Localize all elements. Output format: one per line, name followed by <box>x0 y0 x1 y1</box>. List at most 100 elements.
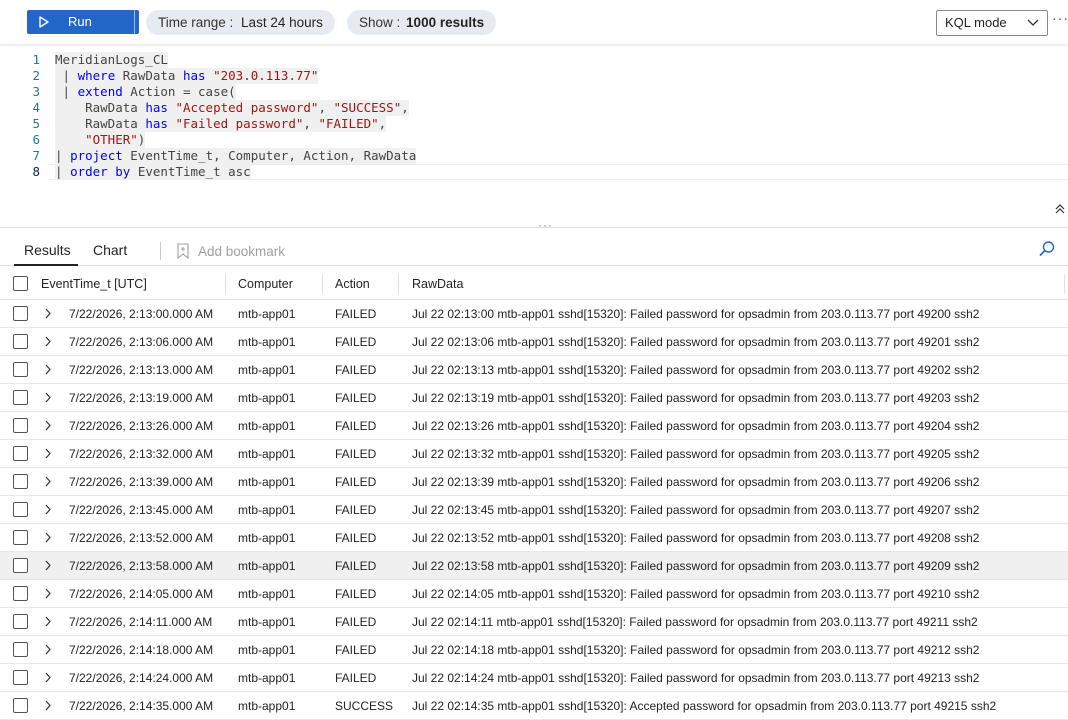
column-resizer[interactable] <box>398 274 399 294</box>
cell-eventtime: 7/22/2026, 2:13:45.000 AM <box>69 503 214 517</box>
cell-rawdata: Jul 22 02:13:26 mtb-app01 sshd[15320]: F… <box>412 419 980 433</box>
cell-action: FAILED <box>335 475 377 489</box>
cell-action: FAILED <box>335 615 377 629</box>
cell-rawdata: Jul 22 02:13:06 mtb-app01 sshd[15320]: F… <box>412 335 980 349</box>
chevron-right-icon[interactable] <box>44 476 52 487</box>
column-resizer[interactable] <box>322 274 323 294</box>
table-row[interactable]: 7/22/2026, 2:13:13.000 AM mtb-app01 FAILED… <box>0 356 1068 384</box>
table-row[interactable]: 7/22/2026, 2:13:26.000 AM mtb-app01 FAILED… <box>0 412 1068 440</box>
table-row[interactable]: 7/22/2026, 2:13:45.000 AM mtb-app01 FAILED… <box>0 496 1068 524</box>
table-row[interactable]: 7/22/2026, 2:13:00.000 AM mtb-app01 FAILED… <box>0 300 1068 328</box>
cell-eventtime: 7/22/2026, 2:13:26.000 AM <box>69 419 214 433</box>
cell-eventtime: 7/22/2026, 2:14:24.000 AM <box>69 671 214 685</box>
tab-chart[interactable]: Chart <box>93 242 127 258</box>
code-line-4: 4 RawData has "Accepted password", "SUCC… <box>0 100 1068 116</box>
cell-action: FAILED <box>335 419 377 433</box>
line-number: 5 <box>32 116 40 131</box>
chevron-right-icon[interactable] <box>44 672 52 683</box>
add-bookmark-button[interactable]: Add bookmark <box>176 243 285 259</box>
cell-eventtime: 7/22/2026, 2:13:00.000 AM <box>69 307 214 321</box>
line-number: 3 <box>32 84 40 99</box>
chevron-right-icon[interactable] <box>44 616 52 627</box>
row-checkbox[interactable] <box>13 642 28 657</box>
row-checkbox[interactable] <box>13 306 28 321</box>
row-checkbox[interactable] <box>13 362 28 377</box>
row-checkbox[interactable] <box>13 698 28 713</box>
run-button[interactable]: Run <box>27 10 153 34</box>
result-limit-picker[interactable]: Show : 1000 results <box>347 10 497 35</box>
row-checkbox[interactable] <box>13 670 28 685</box>
row-checkbox[interactable] <box>13 334 28 349</box>
table-row[interactable]: 7/22/2026, 2:13:39.000 AM mtb-app01 FAILED… <box>0 468 1068 496</box>
search-icon[interactable] <box>1038 240 1056 258</box>
row-checkbox[interactable] <box>13 446 28 461</box>
row-checkbox[interactable] <box>13 502 28 517</box>
editor-results-divider <box>0 227 1068 228</box>
chevron-right-icon[interactable] <box>44 336 52 347</box>
row-checkbox[interactable] <box>13 558 28 573</box>
cell-eventtime: 7/22/2026, 2:13:19.000 AM <box>69 391 214 405</box>
cell-eventtime: 7/22/2026, 2:14:35.000 AM <box>69 699 214 713</box>
cell-rawdata: Jul 22 02:13:39 mtb-app01 sshd[15320]: F… <box>412 475 980 489</box>
cell-action: FAILED <box>335 391 377 405</box>
cell-computer: mtb-app01 <box>238 531 296 545</box>
active-tab-indicator <box>14 264 78 266</box>
chevron-right-icon[interactable] <box>44 588 52 599</box>
chevron-right-icon[interactable] <box>44 504 52 515</box>
chevron-right-icon[interactable] <box>44 392 52 403</box>
code-line-6: 6 "OTHER") <box>0 132 1068 148</box>
line-number: 7 <box>32 148 40 163</box>
code-line-5: 5 RawData has "Failed password", "FAILED… <box>0 116 1068 132</box>
column-resizer[interactable] <box>225 274 226 294</box>
chevron-right-icon[interactable] <box>44 644 52 655</box>
table-row[interactable]: 7/22/2026, 2:13:52.000 AM mtb-app01 FAILED… <box>0 524 1068 552</box>
code-line-1: 1 MeridianLogs_CL <box>0 52 1068 68</box>
select-all-checkbox[interactable] <box>13 276 28 291</box>
column-header-rawdata[interactable]: RawData <box>412 277 463 291</box>
table-row[interactable]: 7/22/2026, 2:13:06.000 AM mtb-app01 FAILED… <box>0 328 1068 356</box>
table-row[interactable]: 7/22/2026, 2:14:11.000 AM mtb-app01 FAILED… <box>0 608 1068 636</box>
kql-mode-dropdown[interactable]: KQL mode <box>936 10 1048 36</box>
row-checkbox[interactable] <box>13 586 28 601</box>
column-resizer[interactable] <box>1064 274 1065 294</box>
table-row[interactable]: 7/22/2026, 2:13:19.000 AM mtb-app01 FAILED… <box>0 384 1068 412</box>
row-checkbox[interactable] <box>13 390 28 405</box>
cell-action: FAILED <box>335 587 377 601</box>
chevron-right-icon[interactable] <box>44 700 52 711</box>
cell-rawdata: Jul 22 02:14:24 mtb-app01 sshd[15320]: F… <box>412 671 980 685</box>
chevron-right-icon[interactable] <box>44 560 52 571</box>
collapse-editor-icon[interactable] <box>1055 204 1065 214</box>
table-row[interactable]: 7/22/2026, 2:13:58.000 AM mtb-app01 FAILED… <box>0 552 1068 580</box>
row-checkbox[interactable] <box>13 614 28 629</box>
cell-computer: mtb-app01 <box>238 447 296 461</box>
cell-rawdata: Jul 22 02:13:19 mtb-app01 sshd[15320]: F… <box>412 391 980 405</box>
column-header-computer[interactable]: Computer <box>238 277 293 291</box>
cell-rawdata: Jul 22 02:13:58 mtb-app01 sshd[15320]: F… <box>412 559 980 573</box>
row-checkbox[interactable] <box>13 474 28 489</box>
table-row[interactable]: 7/22/2026, 2:13:32.000 AM mtb-app01 FAILED… <box>0 440 1068 468</box>
table-row[interactable]: 7/22/2026, 2:14:05.000 AM mtb-app01 FAILED… <box>0 580 1068 608</box>
time-range-picker[interactable]: Time range : Last 24 hours <box>146 10 335 35</box>
more-options-icon[interactable]: ··· <box>1052 10 1068 26</box>
row-checkbox[interactable] <box>13 530 28 545</box>
table-row[interactable]: 7/22/2026, 2:14:35.000 AM mtb-app01 SUCCES… <box>0 692 1068 720</box>
code-text: MeridianLogs_CL <box>55 52 168 68</box>
bookmark-icon <box>177 243 189 259</box>
cell-eventtime: 7/22/2026, 2:13:39.000 AM <box>69 475 214 489</box>
chevron-right-icon[interactable] <box>44 448 52 459</box>
cell-eventtime: 7/22/2026, 2:13:13.000 AM <box>69 363 214 377</box>
chevron-right-icon[interactable] <box>44 532 52 543</box>
table-row[interactable]: 7/22/2026, 2:14:18.000 AM mtb-app01 FAILED… <box>0 636 1068 664</box>
column-header-action[interactable]: Action <box>335 277 370 291</box>
cell-computer: mtb-app01 <box>238 699 296 713</box>
row-checkbox[interactable] <box>13 418 28 433</box>
chevron-right-icon[interactable] <box>44 420 52 431</box>
chevron-right-icon[interactable] <box>44 364 52 375</box>
chevron-right-icon[interactable] <box>44 308 52 319</box>
column-header-eventtime[interactable]: EventTime_t [UTC] <box>41 277 147 291</box>
query-editor[interactable]: 1 MeridianLogs_CL 2 | where RawData has … <box>0 50 1068 180</box>
table-row[interactable]: 7/22/2026, 2:14:24.000 AM mtb-app01 FAILED… <box>0 664 1068 692</box>
tab-results[interactable]: Results <box>24 242 71 258</box>
cell-rawdata: Jul 22 02:14:05 mtb-app01 sshd[15320]: F… <box>412 587 980 601</box>
resize-handle[interactable]: ··· <box>538 218 553 232</box>
